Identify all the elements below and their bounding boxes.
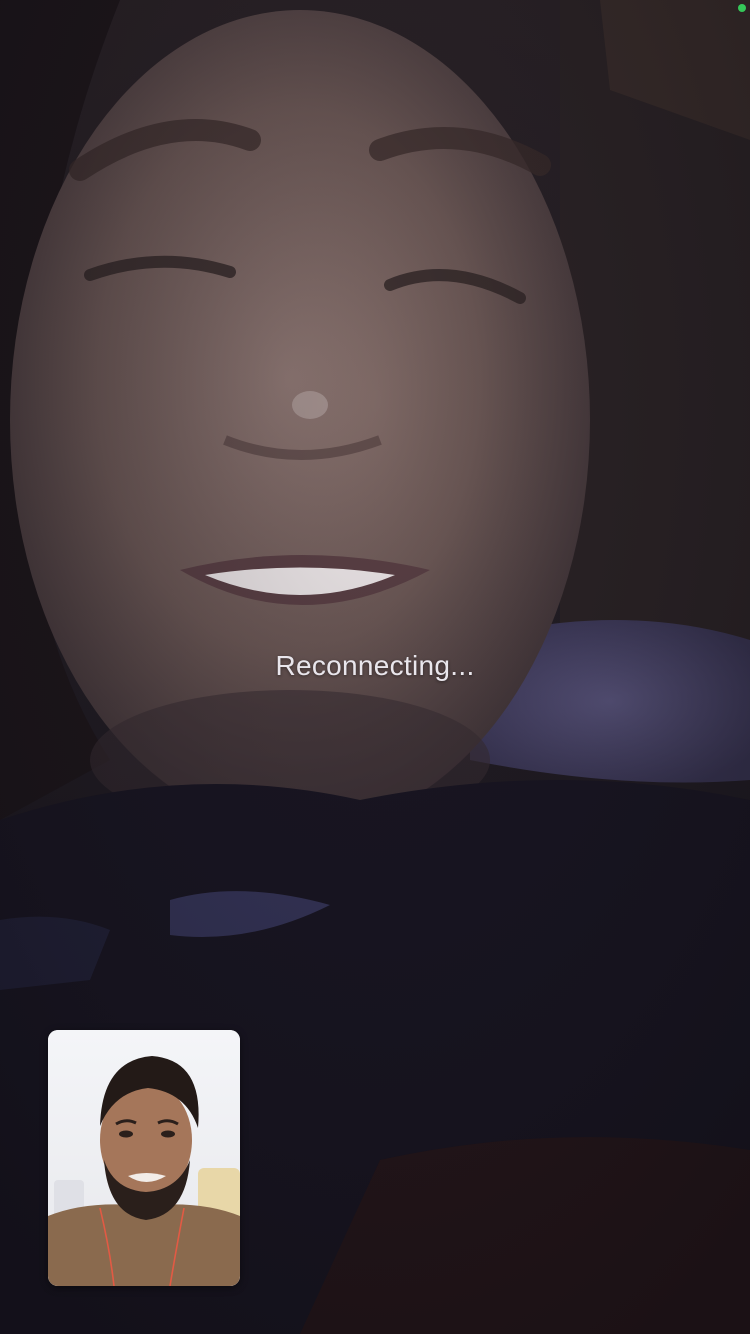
self-view-video[interactable]: [48, 1030, 240, 1286]
call-status-label: Reconnecting...: [275, 650, 475, 681]
camera-in-use-indicator: [738, 4, 746, 12]
video-call-screen: Reconnecting...: [0, 0, 750, 1334]
